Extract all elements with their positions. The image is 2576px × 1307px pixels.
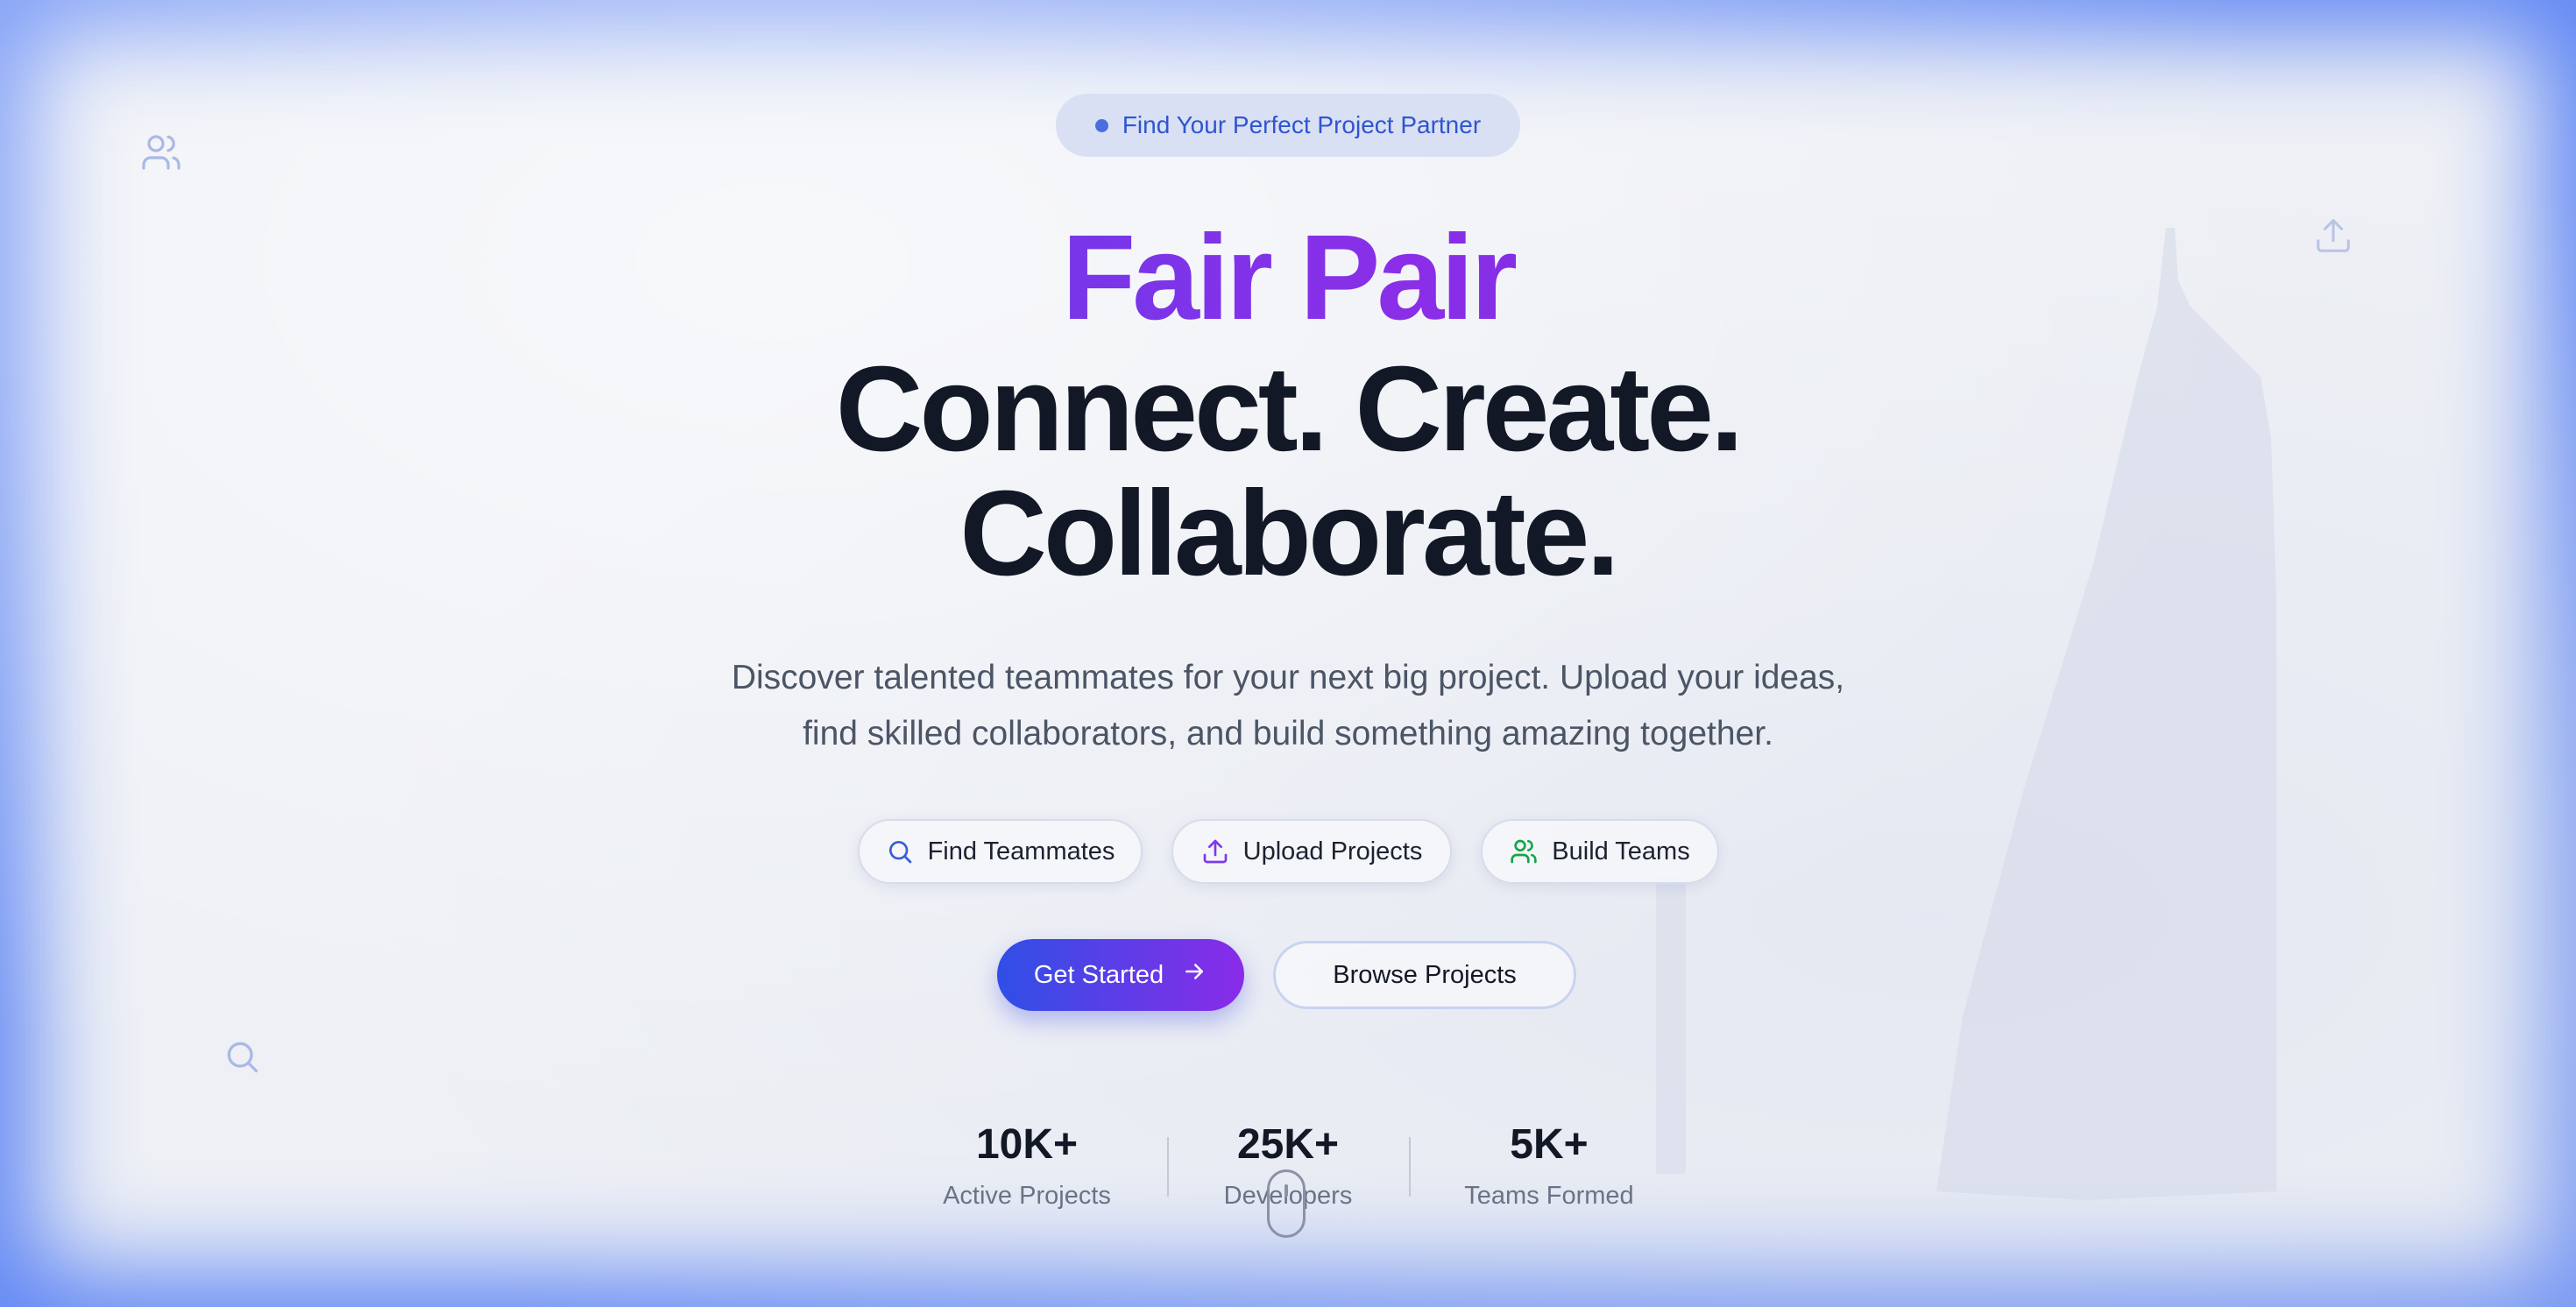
stat-value: 25K+ <box>1236 1121 1340 1168</box>
stat-divider <box>1409 1137 1411 1197</box>
users-icon <box>1510 837 1538 865</box>
build-teams-chip[interactable]: Build Teams <box>1481 819 1719 884</box>
badge-dot <box>1094 118 1108 132</box>
get-started-label: Get Started <box>1033 960 1164 989</box>
stat-active-projects: 10K+ Active Projects <box>895 1124 1158 1211</box>
brand-title: Fair Pair <box>0 217 2576 338</box>
scroll-indicator[interactable] <box>1267 1169 1306 1238</box>
upload-projects-chip[interactable]: Upload Projects <box>1171 819 1452 884</box>
chip-label: Find Teammates <box>927 837 1115 865</box>
stat-teams-formed: 5K+ Teams Formed <box>1418 1124 1681 1211</box>
tagline-badge: Find Your Perfect Project Partner <box>1056 94 1520 157</box>
arrow-right-icon <box>1181 958 1207 992</box>
stat-label: Active Projects <box>943 1182 1111 1210</box>
hero-subtitle-line-1: Discover talented teammates for your nex… <box>731 659 1845 696</box>
stat-value: 5K+ <box>1510 1121 1589 1168</box>
hero-heading-line-1: Connect. Create. <box>835 342 1744 477</box>
search-icon <box>886 837 914 865</box>
get-started-button[interactable]: Get Started <box>997 939 1244 1011</box>
badge-label: Find Your Perfect Project Partner <box>1122 111 1482 138</box>
chip-label: Upload Projects <box>1242 837 1423 865</box>
upload-icon <box>1201 837 1229 865</box>
users-icon <box>140 131 182 173</box>
hero-heading-line-2: Collaborate. <box>959 466 1619 601</box>
browse-projects-button[interactable]: Browse Projects <box>1273 941 1576 1009</box>
chip-label: Build Teams <box>1552 837 1690 865</box>
stat-value: 10K+ <box>975 1121 1079 1168</box>
search-icon <box>223 1037 261 1076</box>
stat-label: Teams Formed <box>1464 1182 1634 1210</box>
find-teammates-chip[interactable]: Find Teammates <box>858 819 1143 884</box>
scroll-dot <box>1284 1184 1288 1197</box>
hero-subtitle-line-2: find skilled collaborators, and build so… <box>803 715 1773 752</box>
